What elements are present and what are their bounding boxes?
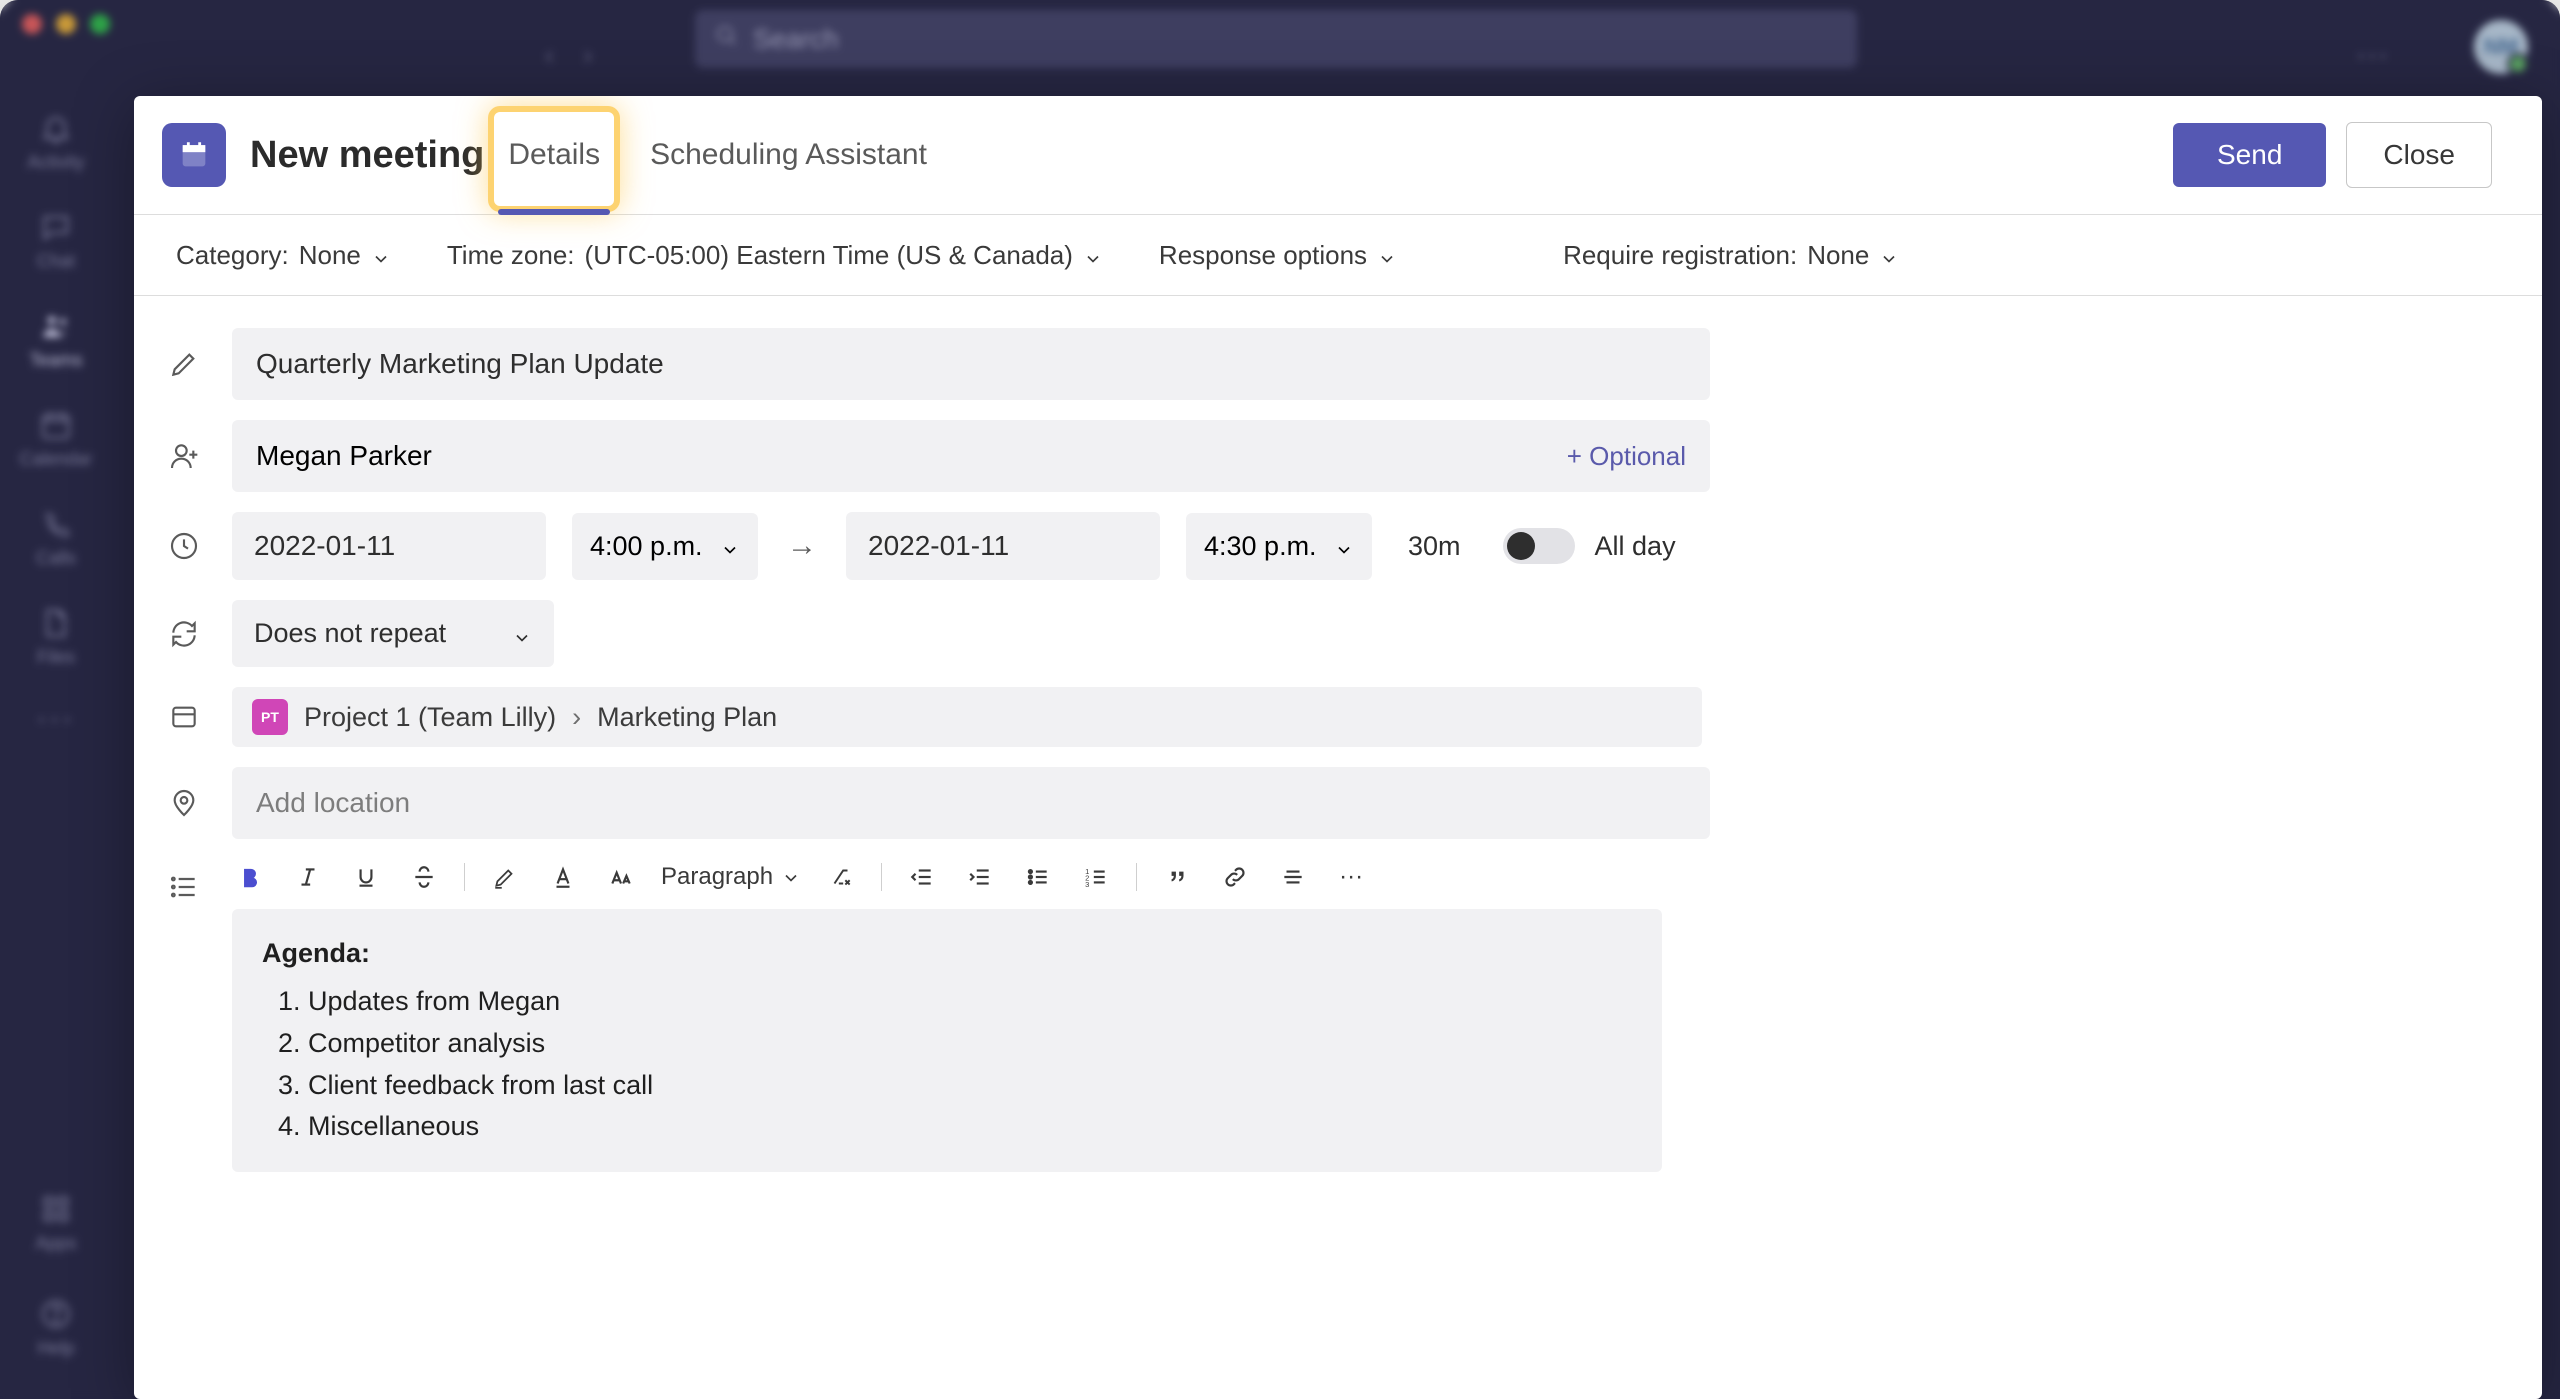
end-time-value: 4:30 p.m. bbox=[1204, 531, 1317, 562]
modal-title: New meeting bbox=[250, 134, 484, 177]
tab-scheduling-assistant[interactable]: Scheduling Assistant bbox=[640, 96, 937, 214]
category-label: Category: bbox=[176, 240, 289, 271]
end-date-input[interactable] bbox=[846, 512, 1160, 580]
modal-tabs: Details Scheduling Assistant bbox=[498, 96, 937, 214]
outdent-button[interactable] bbox=[904, 859, 940, 895]
bulleted-list-button[interactable] bbox=[1020, 859, 1056, 895]
clear-format-button[interactable] bbox=[823, 859, 859, 895]
chevron-down-icon bbox=[1879, 245, 1899, 265]
agenda-item: Competitor analysis bbox=[308, 1023, 1632, 1065]
duration-label: 30m bbox=[1408, 531, 1461, 562]
timezone-value: (UTC-05:00) Eastern Time (US & Canada) bbox=[585, 240, 1073, 271]
chevron-down-icon bbox=[1377, 245, 1397, 265]
clock-icon bbox=[162, 524, 206, 568]
align-button[interactable] bbox=[1275, 859, 1311, 895]
tab-scheduling-label: Scheduling Assistant bbox=[650, 138, 927, 172]
agenda-list: Updates from Megan Competitor analysis C… bbox=[262, 981, 1632, 1148]
indent-button[interactable] bbox=[962, 859, 998, 895]
recurrence-icon bbox=[162, 612, 206, 656]
timezone-dropdown[interactable]: Time zone: (UTC-05:00) Eastern Time (US … bbox=[447, 240, 1103, 271]
separator bbox=[464, 863, 465, 891]
time-row: 4:00 p.m. → 4:30 p.m. 30m All day bbox=[134, 502, 2542, 590]
paragraph-style-select[interactable]: Paragraph bbox=[661, 863, 801, 891]
agenda-item: Updates from Megan bbox=[308, 981, 1632, 1023]
registration-value: None bbox=[1807, 240, 1869, 271]
add-optional-link[interactable]: + Optional bbox=[1567, 441, 1686, 472]
channel-chip: PT bbox=[252, 699, 288, 735]
meeting-title-input[interactable] bbox=[232, 328, 1710, 400]
font-color-button[interactable] bbox=[545, 859, 581, 895]
timezone-label: Time zone: bbox=[447, 240, 575, 271]
recurrence-select[interactable]: Does not repeat bbox=[232, 600, 554, 667]
strike-button[interactable] bbox=[406, 859, 442, 895]
send-button[interactable]: Send bbox=[2173, 123, 2326, 187]
meeting-options-bar: Category: None Time zone: (UTC-05:00) Ea… bbox=[134, 215, 2542, 296]
description-editor[interactable]: Agenda: Updates from Megan Competitor an… bbox=[232, 909, 1662, 1172]
category-value: None bbox=[299, 240, 361, 271]
recurrence-value: Does not repeat bbox=[254, 618, 446, 649]
channel-team: Project 1 (Team Lilly) bbox=[304, 702, 556, 733]
response-options-dropdown[interactable]: Response options bbox=[1159, 240, 1397, 271]
pencil-icon bbox=[162, 342, 206, 386]
toggle-pill bbox=[1503, 528, 1575, 564]
chevron-down-icon bbox=[371, 245, 391, 265]
location-icon bbox=[162, 781, 206, 825]
all-day-label: All day bbox=[1595, 531, 1676, 562]
description-row: Paragraph 123 bbox=[134, 849, 2542, 1182]
numbered-list-button[interactable]: 123 bbox=[1078, 859, 1114, 895]
attendees-input-wrap[interactable]: + Optional bbox=[232, 420, 1710, 492]
modal-header: New meeting Details Scheduling Assistant… bbox=[134, 96, 2542, 215]
tab-details-label: Details bbox=[508, 138, 600, 172]
separator bbox=[1136, 863, 1137, 891]
toolbar-more-icon[interactable]: ··· bbox=[1333, 859, 1369, 895]
close-button[interactable]: Close bbox=[2346, 122, 2492, 188]
chevron-down-icon bbox=[781, 867, 801, 887]
chevron-down-icon bbox=[1334, 536, 1354, 556]
agenda-item: Miscellaneous bbox=[308, 1106, 1632, 1148]
quote-button[interactable] bbox=[1159, 859, 1195, 895]
registration-label: Require registration: bbox=[1563, 240, 1797, 271]
bold-button[interactable] bbox=[232, 859, 268, 895]
underline-button[interactable] bbox=[348, 859, 384, 895]
paragraph-label: Paragraph bbox=[661, 863, 773, 891]
arrow-right-icon: → bbox=[784, 529, 820, 563]
start-time-value: 4:00 p.m. bbox=[590, 531, 703, 562]
start-time-input[interactable]: 4:00 p.m. bbox=[572, 513, 758, 580]
channel-picker[interactable]: PT Project 1 (Team Lilly) › Marketing Pl… bbox=[232, 687, 1702, 747]
meeting-icon bbox=[162, 123, 226, 187]
start-date-input[interactable] bbox=[232, 512, 546, 580]
chevron-down-icon bbox=[720, 536, 740, 556]
agenda-item: Client feedback from last call bbox=[308, 1065, 1632, 1107]
svg-text:3: 3 bbox=[1085, 880, 1089, 889]
location-input[interactable] bbox=[232, 767, 1710, 839]
highlight-button[interactable] bbox=[487, 859, 523, 895]
attendees-row: + Optional bbox=[134, 410, 2542, 502]
all-day-toggle[interactable]: All day bbox=[1503, 528, 1676, 564]
add-people-icon bbox=[162, 434, 206, 478]
chevron-down-icon bbox=[512, 624, 532, 644]
list-icon bbox=[162, 865, 206, 909]
channel-name: Marketing Plan bbox=[597, 702, 777, 733]
channel-icon bbox=[162, 695, 206, 739]
editor-toolbar: Paragraph 123 bbox=[232, 859, 1662, 909]
new-meeting-modal: New meeting Details Scheduling Assistant… bbox=[134, 96, 2542, 1399]
agenda-heading: Agenda: bbox=[262, 933, 1632, 975]
response-options-label: Response options bbox=[1159, 240, 1367, 271]
location-row bbox=[134, 757, 2542, 849]
end-time-input[interactable]: 4:30 p.m. bbox=[1186, 513, 1372, 580]
category-dropdown[interactable]: Category: None bbox=[176, 240, 391, 271]
tab-details[interactable]: Details bbox=[498, 96, 610, 214]
meeting-form: + Optional 4:00 p.m. → 4:30 p.m. bbox=[134, 296, 2542, 1399]
registration-dropdown[interactable]: Require registration: None bbox=[1563, 240, 1899, 271]
chevron-right-icon: › bbox=[572, 702, 581, 733]
recurrence-row: Does not repeat bbox=[134, 590, 2542, 677]
chevron-down-icon bbox=[1083, 245, 1103, 265]
italic-button[interactable] bbox=[290, 859, 326, 895]
font-size-button[interactable] bbox=[603, 859, 639, 895]
title-row bbox=[134, 318, 2542, 410]
channel-row: PT Project 1 (Team Lilly) › Marketing Pl… bbox=[134, 677, 2542, 757]
separator bbox=[881, 863, 882, 891]
attendees-input[interactable] bbox=[256, 420, 1567, 492]
link-button[interactable] bbox=[1217, 859, 1253, 895]
